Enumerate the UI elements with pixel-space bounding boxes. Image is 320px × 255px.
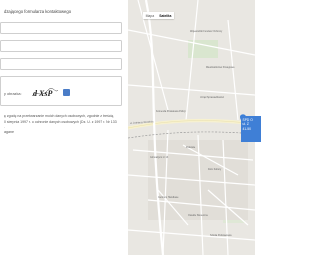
poi-label: Wojewódzki Fundusz Ochrony — [190, 30, 223, 33]
info-line: 41-50 — [242, 126, 251, 131]
captcha-image: d XsP — [31, 88, 59, 98]
map-type-tabs: Mapa Satelita — [143, 12, 174, 20]
tab-map[interactable]: Mapa — [143, 12, 157, 19]
message-field[interactable] — [0, 76, 122, 106]
poi-label: Dom Kultury — [208, 168, 222, 171]
poi-label: Szkoła Podstawowa — [210, 234, 232, 237]
poi-label: Urząd Sprawiedliwości — [200, 96, 225, 99]
poi-label: Osiedle Słoneczne — [188, 214, 209, 217]
map-info-box[interactable]: SPD O ul. Ż 41-50 — [241, 116, 261, 142]
svg-text:d XsP: d XsP — [33, 89, 52, 98]
tab-satellite[interactable]: Satelita — [157, 12, 174, 19]
map-canvas[interactable]: Wojewódzki Fundusz Ochrony Mieszkalnictw… — [128, 0, 255, 255]
poi-label: Mieszkalnictwo Postępowe — [206, 66, 235, 69]
poi-label: Komenda Powiatowa Policji — [156, 110, 186, 113]
required-note: agane — [4, 130, 14, 134]
form-heading: dzającego formularza kontaktowego — [4, 9, 72, 14]
consent-line: ę zgodę na przetwarzanie moich danych os… — [4, 114, 114, 118]
consent-text: ę zgodę na przetwarzanie moich danych os… — [4, 114, 122, 131]
consent-line: 0 sierpnia 1997 r. o ochronie danych oso… — [4, 119, 117, 124]
email-field[interactable] — [0, 40, 122, 52]
poi-label: Centrum Handlowe — [158, 196, 179, 199]
refresh-icon — [64, 96, 69, 101]
name-field[interactable] — [0, 22, 122, 34]
map-panel[interactable]: Wojewódzki Fundusz Ochrony Mieszkalnictw… — [128, 0, 255, 255]
road-label: Podwale — [186, 146, 196, 149]
captcha-label: y obrazka: — [4, 92, 22, 96]
poi-label: Gimnazjum nr 13 — [150, 156, 169, 159]
consent-line: . — [4, 125, 5, 130]
refresh-captcha-button[interactable] — [63, 89, 70, 101]
railway — [128, 131, 255, 139]
phone-field[interactable] — [0, 58, 122, 70]
